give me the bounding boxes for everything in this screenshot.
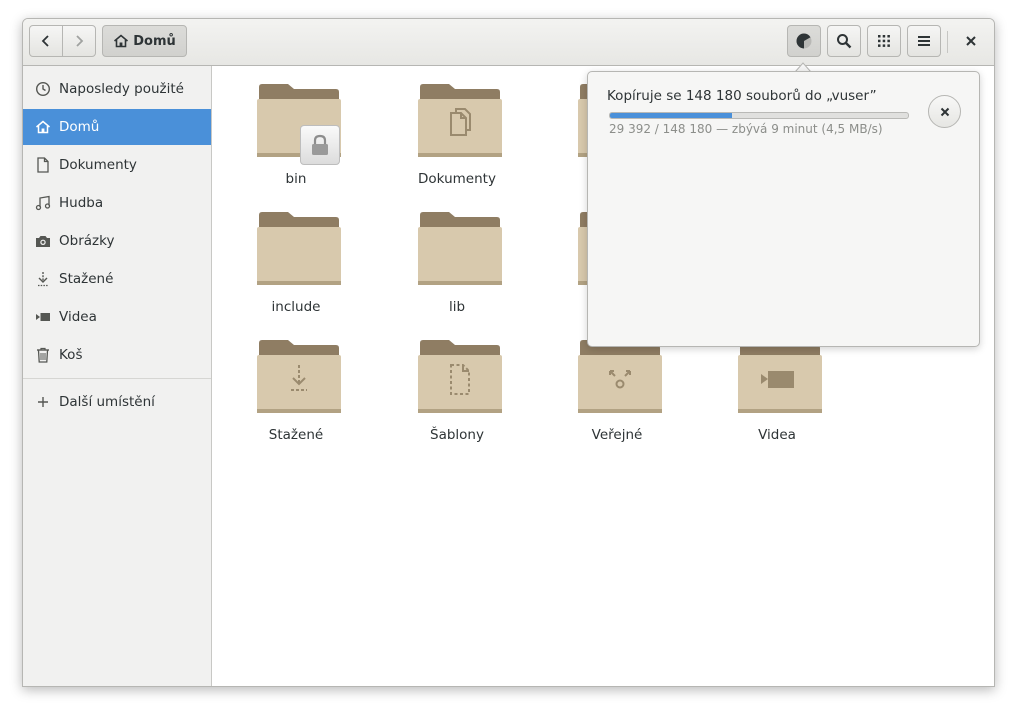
file-name: Veřejné (591, 427, 643, 443)
file-item-bin[interactable]: bin (226, 83, 366, 207)
window-close-button[interactable] (955, 25, 987, 57)
folder-icon (417, 339, 503, 415)
sidebar-item-label: Dokumenty (59, 157, 137, 173)
operation-progress-fill (610, 113, 733, 118)
folder-icon (256, 211, 342, 287)
file-item-templates[interactable]: Šablony (387, 339, 527, 463)
file-name: include (271, 299, 321, 315)
file-item-downloads[interactable]: Stažené (226, 339, 366, 463)
folder-icon (256, 83, 342, 165)
sidebar-item-label: Naposledy použité (59, 81, 184, 97)
grid-view-icon (877, 34, 891, 48)
sidebar-item-label: Hudba (59, 195, 104, 211)
camera-icon (35, 233, 51, 249)
file-item-lib[interactable]: lib (387, 211, 527, 335)
sidebar-item-label: Koš (59, 347, 83, 363)
file-name: Stažené (268, 427, 324, 443)
trash-icon (35, 347, 51, 363)
operations-button[interactable] (787, 25, 821, 57)
sidebar: Naposledy použité Domů Dokumenty Hudba O… (23, 66, 212, 686)
folder-icon (417, 211, 503, 287)
sidebar-item-videos[interactable]: Videa (23, 299, 211, 335)
sidebar-item-documents[interactable]: Dokumenty (23, 147, 211, 183)
video-icon (35, 309, 51, 325)
search-icon (836, 33, 852, 49)
clock-icon (35, 81, 51, 97)
operation-detail: 29 392 / 148 180 — zbývá 9 minut (4,5 MB… (609, 122, 883, 136)
home-icon (113, 34, 129, 48)
file-item-videos[interactable]: Videa (707, 339, 847, 463)
file-name: bin (285, 171, 307, 187)
file-name: lib (448, 299, 466, 315)
back-button[interactable] (29, 25, 63, 57)
search-button[interactable] (827, 25, 861, 57)
chevron-left-icon (40, 34, 52, 48)
file-name: Šablony (430, 427, 484, 443)
folder-icon (417, 83, 503, 159)
lock-icon (300, 125, 340, 165)
pie-progress-icon (795, 32, 813, 50)
headerbar: Domů (23, 19, 994, 66)
sidebar-item-downloads[interactable]: Stažené (23, 261, 211, 297)
file-item-public[interactable]: Veřejné (547, 339, 687, 463)
sidebar-item-other-locations[interactable]: Další umístění (23, 384, 211, 420)
headerbar-separator (947, 31, 948, 53)
folder-icon (256, 339, 342, 415)
location-home-button[interactable]: Domů (102, 25, 187, 57)
sidebar-separator (23, 378, 211, 379)
file-name: Dokumenty (418, 171, 496, 187)
plus-icon (35, 394, 51, 410)
folder-icon (737, 339, 823, 415)
sidebar-item-label: Stažené (59, 271, 114, 287)
forward-button[interactable] (62, 25, 96, 57)
sidebar-item-recent[interactable]: Naposledy použité (23, 71, 211, 107)
sidebar-item-music[interactable]: Hudba (23, 185, 211, 221)
operation-progress-bar (609, 112, 909, 119)
music-icon (35, 195, 51, 211)
operation-cancel-button[interactable] (928, 95, 961, 128)
file-item-include[interactable]: include (226, 211, 366, 335)
sidebar-item-label: Obrázky (59, 233, 115, 249)
sidebar-item-label: Domů (59, 119, 100, 135)
hamburger-menu-icon (917, 35, 931, 47)
sidebar-item-pictures[interactable]: Obrázky (23, 223, 211, 259)
navigation-buttons (29, 25, 96, 57)
close-icon (940, 102, 950, 121)
location-label: Domů (133, 33, 176, 49)
chevron-right-icon (73, 34, 85, 48)
file-item-documents[interactable]: Dokumenty (387, 83, 527, 207)
close-icon (965, 32, 977, 51)
home-icon (35, 119, 51, 135)
menu-button[interactable] (907, 25, 941, 57)
download-icon (35, 271, 51, 287)
file-name: Videa (758, 427, 796, 443)
view-toggle-button[interactable] (867, 25, 901, 57)
document-icon (35, 157, 51, 173)
folder-icon (577, 339, 663, 415)
operation-title: Kopíruje se 148 180 souborů do „vuser” (607, 88, 877, 104)
operations-popover: Kopíruje se 148 180 souborů do „vuser” 2… (587, 71, 980, 347)
sidebar-item-label: Videa (59, 309, 97, 325)
sidebar-item-home[interactable]: Domů (23, 109, 211, 145)
sidebar-item-trash[interactable]: Koš (23, 337, 211, 373)
sidebar-item-label: Další umístění (59, 394, 155, 410)
